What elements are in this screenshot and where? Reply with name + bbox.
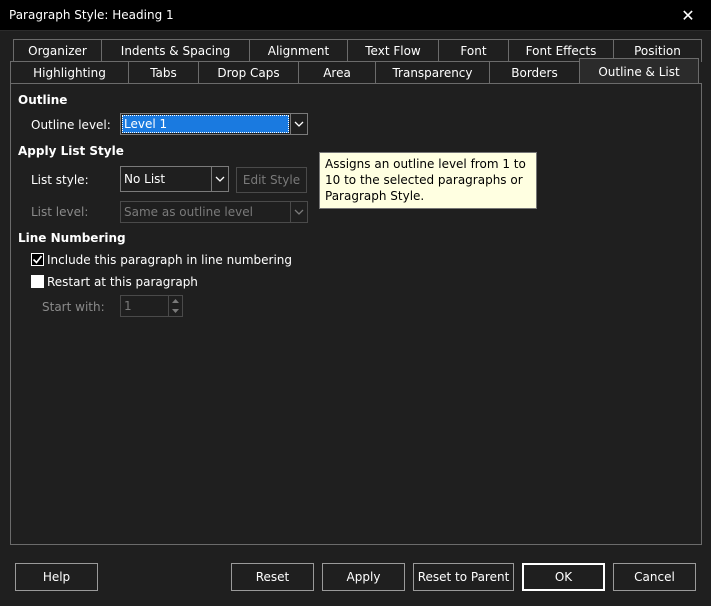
help-button[interactable]: Help: [15, 563, 98, 591]
list-style-label: List style:: [31, 173, 89, 187]
tab-alignment[interactable]: Alignment: [249, 39, 348, 62]
close-icon[interactable]: ✕: [665, 0, 711, 31]
tab-indents-spacing[interactable]: Indents & Spacing: [101, 39, 250, 62]
list-level-select[interactable]: Same as outline level: [120, 201, 308, 223]
cancel-button[interactable]: Cancel: [613, 563, 696, 591]
list-level-label: List level:: [31, 205, 89, 219]
line-numbering-heading: Line Numbering: [18, 231, 126, 245]
tab-borders[interactable]: Borders: [489, 61, 580, 84]
tab-transparency[interactable]: Transparency: [375, 61, 490, 84]
list-style-heading: Apply List Style: [18, 144, 124, 158]
tab-font[interactable]: Font: [438, 39, 509, 62]
ok-button[interactable]: OK: [522, 563, 605, 591]
apply-button[interactable]: Apply: [322, 563, 405, 591]
edit-style-button[interactable]: Edit Style: [236, 167, 307, 193]
list-level-value: Same as outline level: [124, 205, 253, 219]
include-line-numbering-label[interactable]: Include this paragraph in line numbering: [47, 253, 292, 267]
tab-highlighting[interactable]: Highlighting: [10, 61, 129, 84]
chevron-down-icon[interactable]: [211, 167, 228, 191]
window-title: Paragraph Style: Heading 1: [9, 8, 174, 22]
list-style-select[interactable]: No List: [120, 166, 229, 192]
spin-down-icon[interactable]: [169, 306, 182, 316]
start-with-value: 1: [124, 299, 132, 313]
spin-up-icon[interactable]: [169, 296, 182, 306]
outline-level-value: Level 1: [124, 117, 168, 131]
tab-outline-list[interactable]: Outline & List: [579, 58, 699, 84]
restart-paragraph-label[interactable]: Restart at this paragraph: [47, 275, 198, 289]
chevron-down-icon[interactable]: [290, 202, 307, 222]
outline-heading: Outline: [18, 93, 68, 107]
checkmark-icon: [32, 255, 43, 264]
outline-level-label: Outline level:: [31, 118, 111, 132]
list-style-value: No List: [124, 172, 166, 186]
outline-level-tooltip: Assigns an outline level from 1 to 10 to…: [319, 152, 537, 209]
stepper-arrows: [168, 296, 182, 316]
restart-paragraph-checkbox[interactable]: [31, 275, 44, 288]
start-with-stepper[interactable]: 1: [120, 295, 183, 317]
start-with-label: Start with:: [42, 300, 105, 314]
reset-to-parent-button[interactable]: Reset to Parent: [413, 563, 514, 591]
tab-tabs[interactable]: Tabs: [128, 61, 199, 84]
chevron-down-icon[interactable]: [290, 114, 307, 134]
tab-text-flow[interactable]: Text Flow: [347, 39, 439, 62]
outline-level-select[interactable]: Level 1: [120, 113, 308, 135]
tab-organizer[interactable]: Organizer: [13, 39, 102, 62]
title-bar: Paragraph Style: Heading 1 ✕: [0, 0, 711, 31]
include-line-numbering-checkbox[interactable]: [31, 253, 44, 266]
tab-drop-caps[interactable]: Drop Caps: [198, 61, 299, 84]
reset-button[interactable]: Reset: [231, 563, 314, 591]
tab-area[interactable]: Area: [298, 61, 376, 84]
